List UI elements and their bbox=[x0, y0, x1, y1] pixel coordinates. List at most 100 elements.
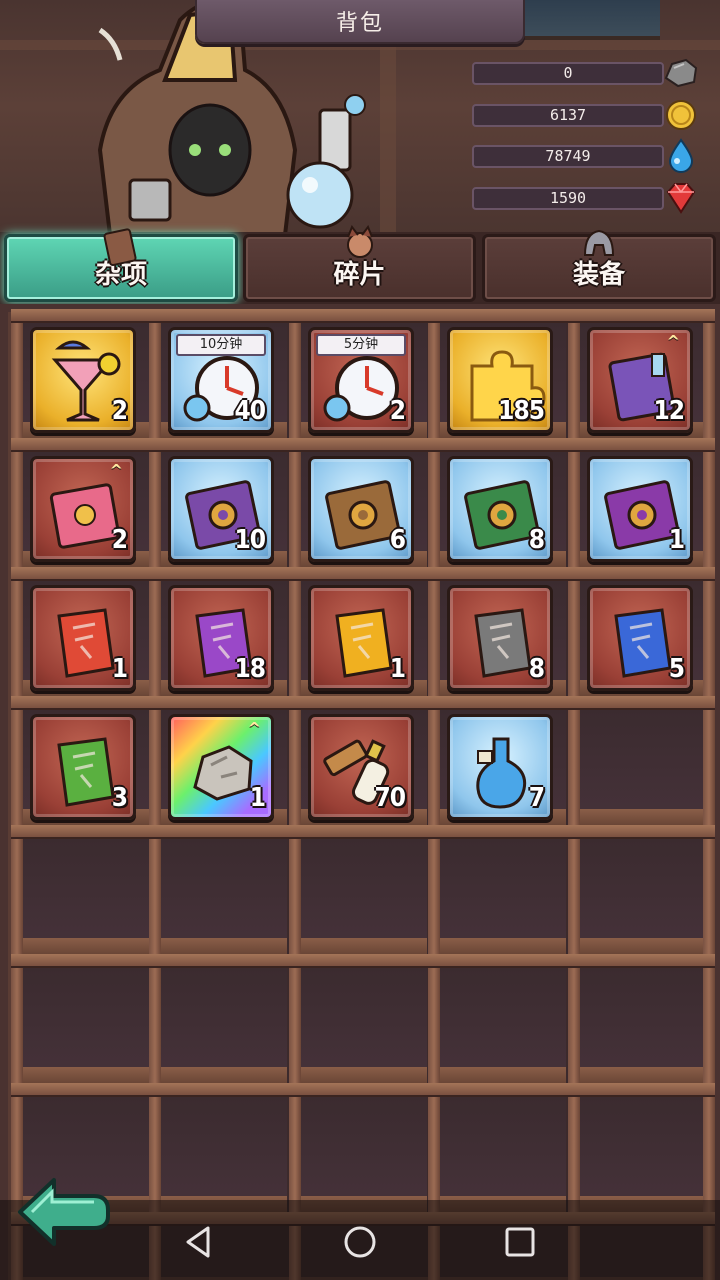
item-quantity: 18 bbox=[234, 654, 266, 684]
item-quantity: 70 bbox=[374, 783, 406, 813]
shelf-frame: 2 10分钟 40 5分钟 2 185 ^ 12 ^ 2 10 6 8 1 1 18 1 8 5 3 ^ 1 70 7 bbox=[8, 309, 715, 1280]
book-tab-icon bbox=[103, 228, 137, 267]
shelf-post bbox=[703, 315, 715, 1280]
item-quantity: 12 bbox=[653, 396, 685, 426]
inventory-item[interactable]: 3 bbox=[30, 714, 136, 820]
resource-gem: 1590 bbox=[472, 182, 696, 214]
resource-water-value: 78749 bbox=[472, 145, 664, 168]
resource-gem-value: 1590 bbox=[472, 186, 664, 210]
item-quantity: 6 bbox=[389, 525, 406, 555]
inventory-item[interactable]: ^ 12 bbox=[587, 327, 693, 433]
upgrade-indicator-icon: ^ bbox=[109, 461, 123, 480]
red-gem-icon bbox=[666, 182, 696, 214]
item-quantity: 1 bbox=[668, 525, 685, 555]
tab-fragments[interactable]: 碎片 bbox=[243, 225, 476, 302]
shelf-post bbox=[568, 315, 580, 1280]
hero-fragment-tab-icon bbox=[346, 225, 373, 258]
inventory-item[interactable]: 1 bbox=[308, 585, 414, 691]
resource-water: 78749 bbox=[472, 138, 694, 173]
shelf-slot-floor bbox=[434, 1067, 566, 1083]
shelf-board bbox=[11, 567, 715, 581]
item-quantity: 2 bbox=[389, 396, 406, 426]
inventory-item[interactable]: 185 bbox=[447, 327, 553, 433]
stone-icon bbox=[664, 58, 698, 88]
water-drop-icon bbox=[668, 138, 694, 173]
item-quantity: 2 bbox=[111, 396, 128, 426]
inventory-item[interactable]: 18 bbox=[168, 585, 274, 691]
inventory-item[interactable]: 2 bbox=[30, 327, 136, 433]
resource-stone: 0 bbox=[472, 58, 698, 88]
inventory-item[interactable]: 70 bbox=[308, 714, 414, 820]
upgrade-indicator-icon: ^ bbox=[666, 332, 680, 351]
shelf-post bbox=[149, 315, 161, 1280]
shelf-slot-floor bbox=[574, 1067, 706, 1083]
item-quantity: 10 bbox=[234, 525, 266, 555]
shelf-slot bbox=[295, 839, 427, 954]
shelf-slot-floor bbox=[17, 938, 149, 954]
inventory-item[interactable]: 10分钟 40 bbox=[168, 327, 274, 433]
item-quantity: 8 bbox=[528, 525, 545, 555]
shelf-slot bbox=[155, 839, 287, 954]
inventory-item[interactable]: 5 bbox=[587, 585, 693, 691]
shelf-slot-floor bbox=[574, 938, 706, 954]
shelf-slot bbox=[574, 839, 706, 954]
shelf-slot bbox=[574, 968, 706, 1083]
shelf-slot bbox=[434, 839, 566, 954]
upgrade-indicator-icon: ^ bbox=[247, 719, 261, 738]
tab-equipment[interactable]: 装备 bbox=[482, 229, 716, 302]
shelf-board bbox=[11, 954, 715, 968]
resource-stone-value: 0 bbox=[472, 62, 664, 85]
tab-misc[interactable]: 杂项 bbox=[4, 228, 238, 302]
shelf-slot-floor bbox=[434, 938, 566, 954]
shelf-board bbox=[11, 696, 715, 710]
resource-panel: 0 6137 78749 1590 bbox=[472, 58, 698, 226]
item-quantity: 1 bbox=[111, 654, 128, 684]
item-quantity: 7 bbox=[528, 783, 545, 813]
shelf-slot bbox=[434, 968, 566, 1083]
back-arrow-button[interactable] bbox=[14, 1172, 114, 1250]
nav-back-triangle-icon[interactable] bbox=[178, 1220, 222, 1264]
shelf-slot bbox=[434, 1097, 566, 1212]
inventory-shelves: 2 10分钟 40 5分钟 2 185 ^ 12 ^ 2 10 6 8 1 1 18 1 8 5 3 ^ 1 70 7 bbox=[0, 304, 720, 1280]
category-tabs: 杂项 碎片 装备 bbox=[0, 225, 720, 304]
shelf-post bbox=[11, 315, 23, 1280]
shelf-board bbox=[11, 438, 715, 452]
shelf-slot bbox=[17, 968, 149, 1083]
item-quantity: 185 bbox=[498, 396, 545, 426]
resource-gold-value: 6137 bbox=[472, 103, 664, 127]
inventory-item[interactable]: 8 bbox=[447, 456, 553, 562]
item-timer-tag: 5分钟 bbox=[316, 334, 406, 356]
shelf-slot bbox=[295, 968, 427, 1083]
shelf-slot-floor bbox=[295, 938, 427, 954]
inventory-item[interactable]: 5分钟 2 bbox=[308, 327, 414, 433]
shelf-slot bbox=[574, 710, 706, 825]
shelf-slot-floor bbox=[155, 938, 287, 954]
shelf-board bbox=[11, 1083, 715, 1097]
inventory-item[interactable]: 7 bbox=[447, 714, 553, 820]
shelf-board bbox=[11, 825, 715, 839]
shelf-slot-floor bbox=[155, 1067, 287, 1083]
shelf-slot bbox=[574, 1097, 706, 1212]
inventory-item[interactable]: 6 bbox=[308, 456, 414, 562]
inventory-item[interactable]: 8 bbox=[447, 585, 553, 691]
shelf-slot bbox=[155, 968, 287, 1083]
inventory-item[interactable]: ^ 1 bbox=[168, 714, 274, 820]
nav-home-circle-icon[interactable] bbox=[338, 1220, 382, 1264]
item-quantity: 1 bbox=[249, 783, 266, 813]
shelf-slot bbox=[295, 1097, 427, 1212]
shelf-slot-floor bbox=[295, 1067, 427, 1083]
gold-coin-icon bbox=[666, 99, 696, 130]
item-quantity: 2 bbox=[111, 525, 128, 555]
inventory-item[interactable]: ^ 2 bbox=[30, 456, 136, 562]
inventory-item[interactable]: 1 bbox=[587, 456, 693, 562]
nav-recents-square-icon[interactable] bbox=[498, 1220, 542, 1264]
inventory-item[interactable]: 1 bbox=[30, 585, 136, 691]
item-quantity: 1 bbox=[389, 654, 406, 684]
inventory-item[interactable]: 10 bbox=[168, 456, 274, 562]
shelf-slot-floor bbox=[574, 809, 706, 825]
shelf-slot bbox=[155, 1097, 287, 1212]
header-scene: 背包 0 6137 78749 1590 bbox=[0, 0, 720, 235]
shelf-post bbox=[428, 315, 440, 1280]
helmet-tab-icon bbox=[583, 229, 615, 256]
item-quantity: 3 bbox=[111, 783, 128, 813]
